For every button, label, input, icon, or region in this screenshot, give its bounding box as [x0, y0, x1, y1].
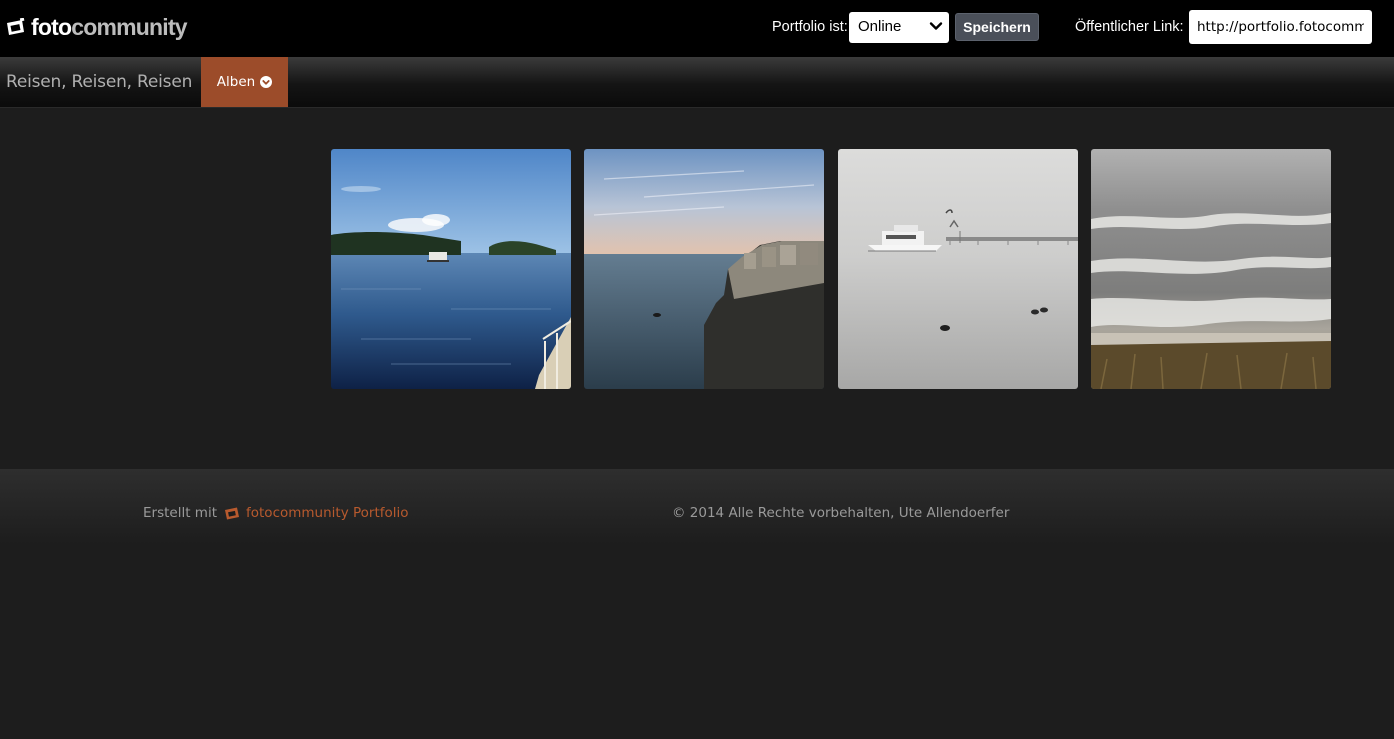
portfolio-status-select[interactable]: Online: [849, 12, 949, 43]
portfolio-status-label: Portfolio ist:: [772, 19, 848, 35]
photo-thumbnail[interactable]: [1091, 149, 1331, 389]
fotocommunity-logo-icon: [225, 507, 239, 520]
fotocommunity-logo[interactable]: fotocommunity: [6, 13, 188, 41]
copyright-text: © 2014 Alle Rechte vorbehalten, Ute Alle…: [672, 505, 1010, 521]
photo-stormy-sea: [1091, 149, 1331, 389]
chevron-circle-down-icon: [260, 76, 273, 88]
logo-wordmark: fotocommunity: [31, 14, 188, 40]
photo-yacht-fog: [838, 149, 1078, 389]
camera-logo-icon: [7, 18, 25, 35]
photo-thumbnail[interactable]: [584, 149, 824, 389]
photo-thumbnail[interactable]: [331, 149, 571, 389]
footer: Erstellt mit fotocommunity Portfolio © 2…: [0, 469, 1394, 739]
top-bar: fotocommunity Portfolio ist: Online Spei…: [0, 0, 1394, 57]
save-button[interactable]: Speichern: [955, 13, 1039, 41]
chevron-down-icon: [929, 22, 943, 30]
fotocommunity-portfolio-link[interactable]: fotocommunity Portfolio: [246, 504, 409, 522]
public-link-field[interactable]: [1189, 10, 1372, 44]
albums-label: Alben: [216, 74, 256, 90]
photo-thumbnail[interactable]: [838, 149, 1078, 389]
portfolio-title: Reisen, Reisen, Reisen: [6, 72, 193, 92]
status-select-value: Online: [858, 18, 902, 35]
public-link-label: Öffentlicher Link:: [1075, 19, 1184, 35]
portfolio-nav-bar: Reisen, Reisen, Reisen Alben: [0, 57, 1394, 108]
albums-dropdown-button[interactable]: Alben: [201, 57, 288, 107]
photo-lake-houseboat: [331, 149, 571, 389]
footer-credit: Erstellt mit fotocommunity Portfolio: [143, 504, 409, 522]
credit-prefix: Erstellt mit: [143, 505, 217, 521]
photo-coastal-cliff-town: [584, 149, 824, 389]
